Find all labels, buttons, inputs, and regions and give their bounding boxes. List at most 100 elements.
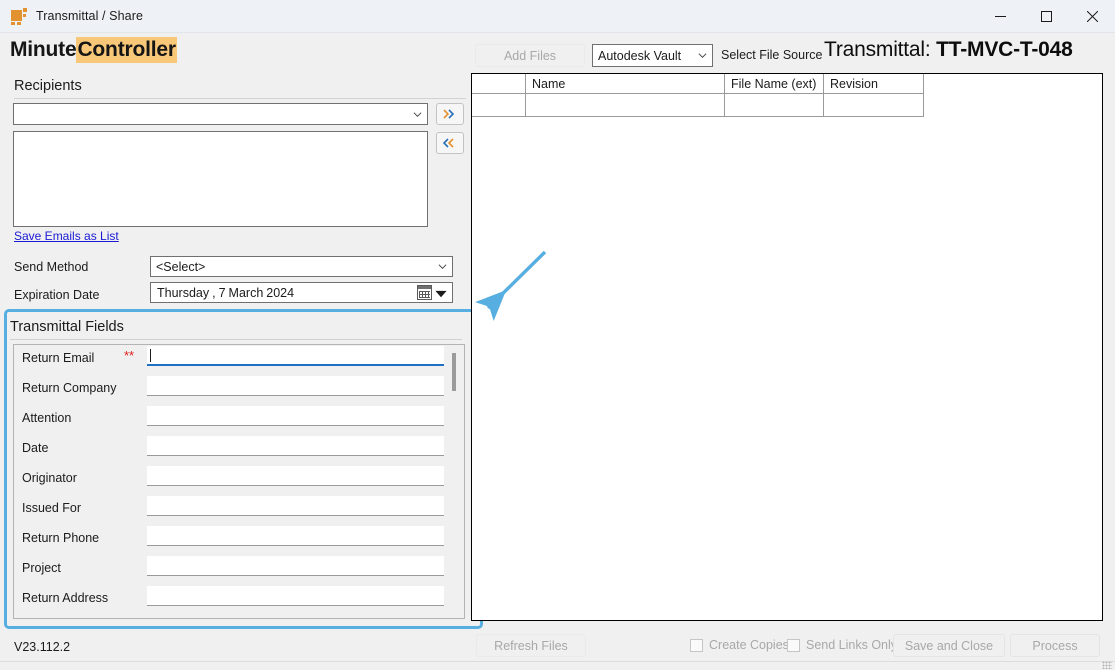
transmittal-field-label: Return Company (22, 381, 117, 395)
save-emails-as-list-link[interactable]: Save Emails as List (14, 229, 119, 243)
expiration-date-picker[interactable]: Thursday, 7March2024 (150, 282, 453, 303)
transmittal-field-label: Originator (22, 471, 77, 485)
send-method-value: <Select> (151, 260, 432, 274)
transmittal-field-input[interactable] (147, 496, 444, 516)
grid-col-selector[interactable] (472, 74, 526, 94)
grid-cell-revision[interactable] (824, 94, 924, 117)
add-recipient-button[interactable] (436, 103, 464, 125)
table-row[interactable] (472, 94, 1102, 117)
transmittal-fields-panel: Return Email ** Return Company Attention Dat… (13, 344, 465, 619)
transmittal-field-label: Return Email (22, 351, 94, 365)
remove-recipient-button[interactable] (436, 132, 464, 154)
calendar-icon[interactable] (417, 285, 432, 300)
date-weekday: Thursday (157, 286, 209, 300)
send-method-label: Send Method (14, 260, 88, 274)
transmittal-field-input[interactable] (147, 376, 444, 396)
transmittal-field-label: Date (22, 441, 48, 455)
grid-cell-name[interactable] (526, 94, 725, 117)
date-month: March (229, 286, 264, 300)
file-source-combo[interactable]: Autodesk Vault (592, 44, 713, 67)
transmittal-field-row: Originator (14, 465, 464, 495)
transmittal-fields-row-list: Return Email ** Return Company Attention Dat… (14, 345, 464, 615)
resize-grip[interactable] (1102, 661, 1112, 669)
transmittal-field-input[interactable] (147, 406, 444, 426)
brand-logo: MinuteController (10, 39, 177, 60)
transmittal-field-row: Return Company (14, 375, 464, 405)
double-chevron-right-icon (443, 109, 457, 119)
transmittal-field-label: Attention (22, 411, 71, 425)
transmittal-number: TT-MVC-T-048 (936, 38, 1072, 61)
recipient-combo[interactable] (13, 103, 428, 125)
app-logo-icon (11, 8, 27, 24)
grid-col-revision[interactable]: Revision (824, 74, 924, 94)
transmittal-field-label: Return Phone (22, 531, 99, 545)
scrollbar-thumb[interactable] (452, 353, 456, 391)
transmittal-field-input[interactable] (147, 556, 444, 576)
chevron-down-icon (407, 110, 427, 119)
transmittal-field-row: Project (14, 555, 464, 585)
transmittal-field-row: Return Address (14, 585, 464, 615)
chevron-down-icon (432, 262, 452, 271)
maximize-icon[interactable] (1023, 0, 1069, 32)
send-links-only-checkbox[interactable]: Send Links Only (787, 638, 897, 652)
transmittal-field-input[interactable] (147, 346, 444, 366)
chevron-down-icon (692, 51, 712, 60)
title-bar: Transmittal / Share (0, 0, 1115, 33)
file-source-value: Autodesk Vault (593, 49, 692, 63)
grid-col-name[interactable]: Name (526, 74, 725, 94)
save-and-close-button[interactable]: Save and Close (893, 634, 1005, 657)
select-file-source-label: Select File Source (721, 48, 822, 62)
date-dropdown-icon (434, 286, 448, 300)
files-grid[interactable]: Name File Name (ext) Revision (471, 73, 1103, 621)
transmittal-field-row: Attention (14, 405, 464, 435)
date-day: 7 (219, 286, 226, 300)
transmittal-field-row: Issued For (14, 495, 464, 525)
brand-part-1: Minute (10, 38, 76, 61)
transmittal-prefix: Transmittal: (824, 38, 931, 61)
required-marker-icon: ** (124, 349, 134, 362)
files-grid-header: Name File Name (ext) Revision (472, 74, 1102, 94)
expiration-date-value: Thursday, 7March2024 (151, 286, 417, 300)
transmittal-field-input[interactable] (147, 436, 444, 456)
send-links-only-label: Send Links Only (806, 638, 897, 652)
transmittal-field-label: Return Address (22, 591, 108, 605)
grid-new-row-indicator (472, 94, 526, 117)
transmittal-field-input[interactable] (147, 586, 444, 606)
transmittal-fields-scrollbar[interactable] (448, 347, 460, 615)
app-window: Transmittal / Share MinuteController Rec… (0, 0, 1115, 669)
recipients-divider (14, 98, 466, 99)
recipient-list[interactable] (13, 131, 428, 227)
checkbox-box (690, 639, 703, 652)
brand-part-2: Controller (76, 37, 176, 63)
create-copies-label: Create Copies (709, 638, 789, 652)
create-copies-checkbox[interactable]: Create Copies (690, 638, 789, 652)
grid-cell-file-name[interactable] (725, 94, 824, 117)
double-chevron-left-icon (443, 138, 457, 148)
transmittal-field-row: Return Email ** (14, 345, 464, 375)
transmittal-fields-title: Transmittal Fields (10, 319, 124, 335)
transmittal-field-row: Date (14, 435, 464, 465)
date-separator: , (212, 286, 215, 300)
transmittal-field-input[interactable] (147, 466, 444, 486)
transmittal-field-label: Issued For (22, 501, 81, 515)
expiration-date-label: Expiration Date (14, 288, 99, 302)
transmittal-fields-divider (10, 339, 462, 340)
transmittal-heading: Transmittal: TT-MVC-T-048 (824, 38, 1073, 62)
transmittal-field-label: Project (22, 561, 61, 575)
minimize-icon[interactable] (977, 0, 1023, 32)
recipients-title: Recipients (14, 78, 82, 94)
process-button[interactable]: Process (1010, 634, 1100, 657)
close-icon[interactable] (1069, 0, 1115, 32)
send-method-combo[interactable]: <Select> (150, 256, 453, 277)
version-label: V23.112.2 (14, 640, 70, 654)
date-year: 2024 (266, 286, 294, 300)
refresh-files-button[interactable]: Refresh Files (476, 634, 586, 657)
window-title: Transmittal / Share (36, 9, 143, 23)
text-caret (150, 349, 151, 362)
checkbox-box (787, 639, 800, 652)
window-controls (977, 0, 1115, 32)
transmittal-field-input[interactable] (147, 526, 444, 546)
add-files-button[interactable]: Add Files (475, 44, 585, 67)
transmittal-field-row: Return Phone (14, 525, 464, 555)
grid-col-file-name[interactable]: File Name (ext) (725, 74, 824, 94)
